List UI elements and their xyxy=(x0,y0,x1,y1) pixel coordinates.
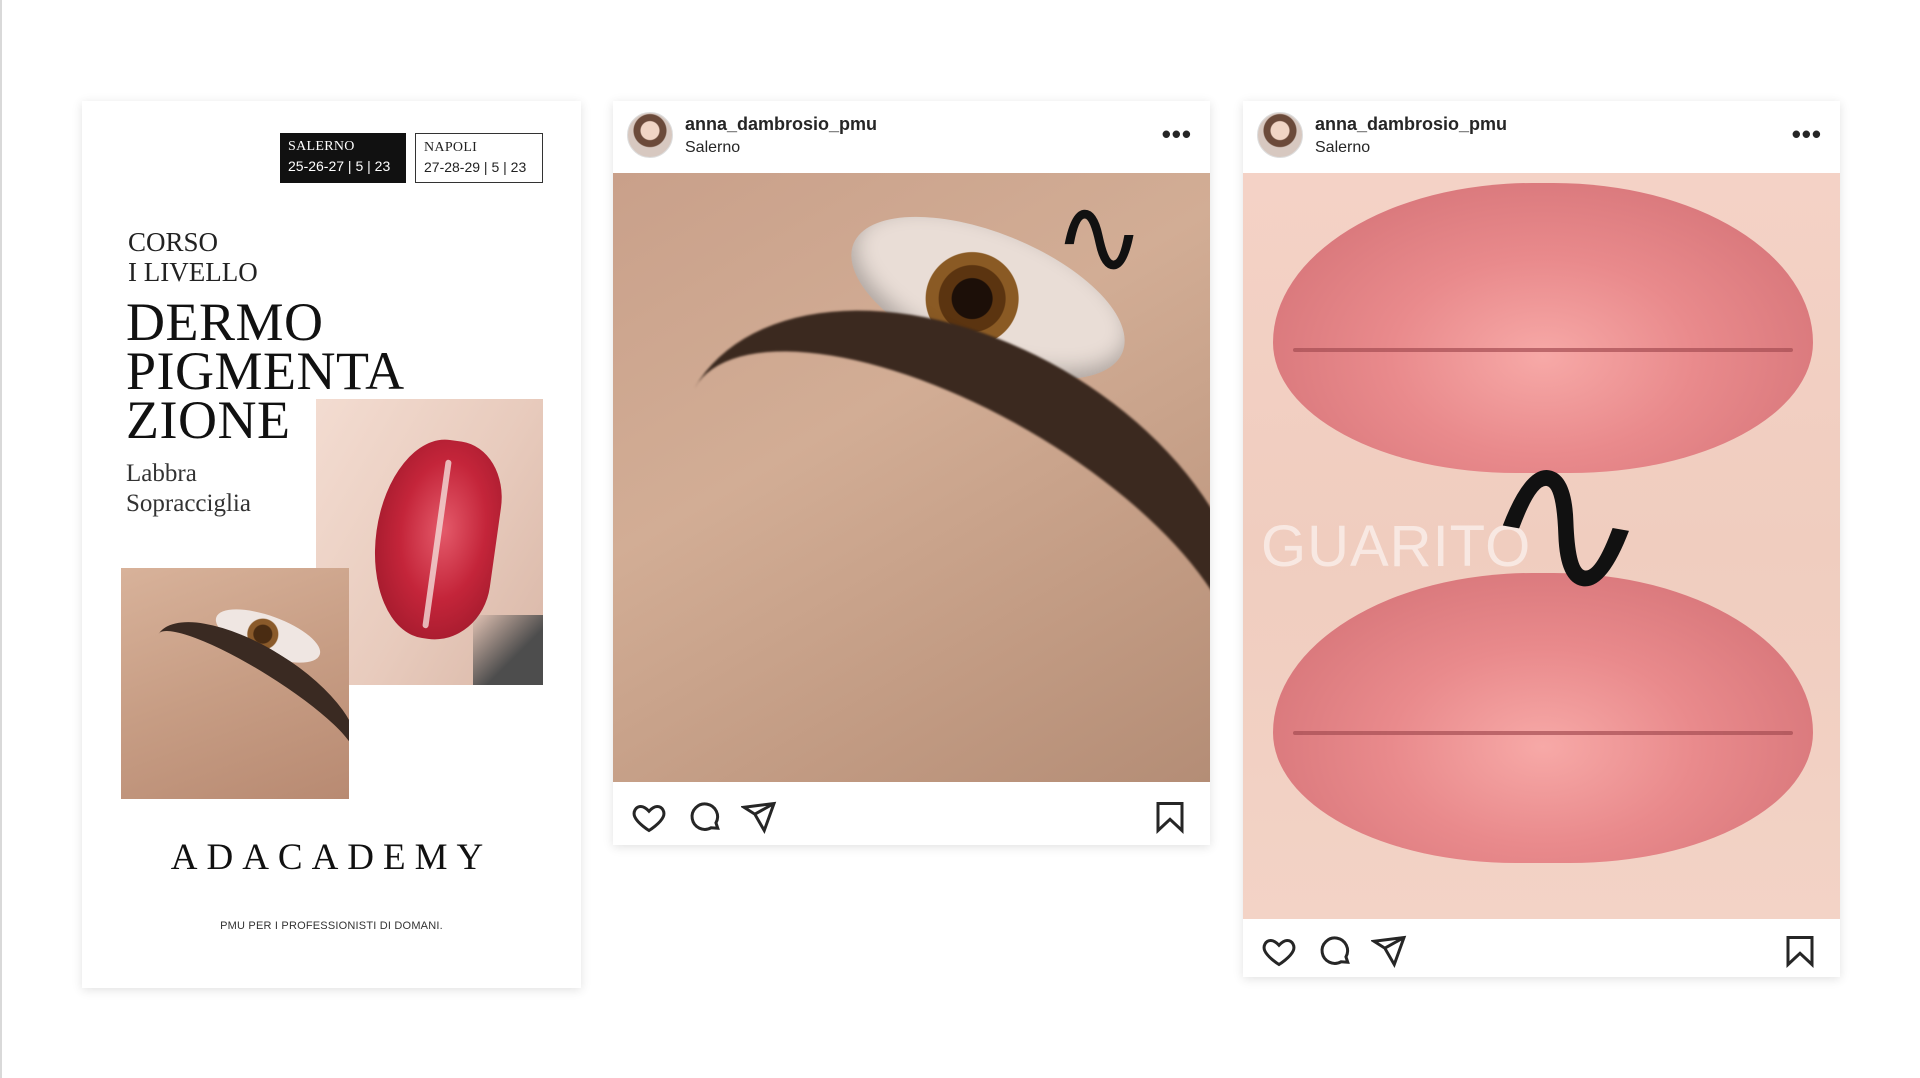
comment-icon[interactable] xyxy=(687,799,723,835)
lips-seam xyxy=(1293,731,1793,735)
left-edge-rule xyxy=(0,0,2,1078)
date-days: 25-26-27 | 5 | 23 xyxy=(288,158,391,174)
avatar[interactable] xyxy=(1257,112,1303,158)
post-image[interactable]: GUARITO ∿ xyxy=(1243,173,1840,919)
post-location[interactable]: Salerno xyxy=(685,139,740,157)
academy-logo: ADACADEMY xyxy=(170,837,493,878)
instagram-post-lips: anna_dambrosio_pmu Salerno ••• GUARITO ∿ xyxy=(1243,101,1840,977)
more-options-icon[interactable]: ••• xyxy=(1162,119,1192,150)
bookmark-icon[interactable] xyxy=(1782,933,1818,969)
poster-subtitle-line: Labbra xyxy=(126,460,197,487)
heart-icon[interactable] xyxy=(1261,933,1297,969)
poster-title-line: DERMO xyxy=(126,292,324,352)
comment-icon[interactable] xyxy=(1317,933,1353,969)
avatar[interactable] xyxy=(627,112,673,158)
poster-subtitle-line: Sopracciglia xyxy=(126,490,251,517)
more-options-icon[interactable]: ••• xyxy=(1792,119,1822,150)
post-header: anna_dambrosio_pmu Salerno ••• xyxy=(613,101,1210,173)
course-level: I LIVELLO xyxy=(128,257,258,287)
post-image[interactable]: ∿ xyxy=(613,173,1210,782)
lips-seam xyxy=(1293,348,1793,352)
date-box-napoli: NAPOLI 27-28-29 | 5 | 23 xyxy=(415,133,543,183)
date-days: 27-28-29 | 5 | 23 xyxy=(424,159,527,175)
swirl-decoration: ∿ xyxy=(1053,173,1146,300)
post-location[interactable]: Salerno xyxy=(1315,139,1370,157)
post-header: anna_dambrosio_pmu Salerno ••• xyxy=(1243,101,1840,173)
photo-shadow xyxy=(473,615,543,685)
poster-title-line: ZIONE xyxy=(126,390,291,450)
post-action-bar xyxy=(613,789,1210,843)
heart-icon[interactable] xyxy=(631,799,667,835)
course-label: CORSO xyxy=(128,227,219,257)
post-action-bar xyxy=(1243,923,1840,977)
swirl-decoration: ∿ xyxy=(1464,393,1670,652)
date-city: NAPOLI xyxy=(424,140,478,155)
lips-photo xyxy=(316,399,543,685)
post-username[interactable]: anna_dambrosio_pmu xyxy=(1315,114,1507,135)
date-city: SALERNO xyxy=(288,139,355,154)
date-box-salerno: SALERNO 25-26-27 | 5 | 23 xyxy=(280,133,406,183)
course-poster: SALERNO 25-26-27 | 5 | 23 NAPOLI 27-28-2… xyxy=(82,101,581,988)
instagram-post-eyebrow: anna_dambrosio_pmu Salerno ••• ∿ xyxy=(613,101,1210,845)
bookmark-icon[interactable] xyxy=(1152,799,1188,835)
send-icon[interactable] xyxy=(1371,933,1407,969)
send-icon[interactable] xyxy=(741,799,777,835)
post-username[interactable]: anna_dambrosio_pmu xyxy=(685,114,877,135)
poster-title-line: PIGMENTA xyxy=(126,341,405,401)
poster-tagline: PMU PER I PROFESSIONISTI DI DOMANI. xyxy=(220,920,443,932)
eyebrow-photo xyxy=(121,568,349,799)
